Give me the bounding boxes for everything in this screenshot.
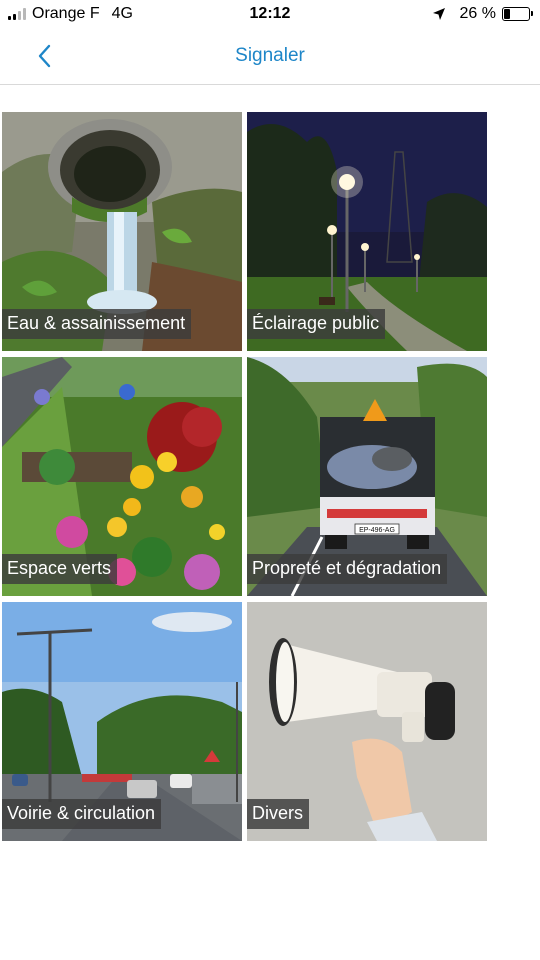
- battery-icon: [502, 7, 533, 21]
- category-label: Eau & assainissement: [2, 309, 192, 339]
- truck-license-plate: EP-496-AG: [359, 527, 395, 534]
- category-green-spaces[interactable]: Espace verts: [2, 357, 242, 596]
- category-label: Propreté et dégradation: [247, 554, 448, 584]
- category-label: Éclairage public: [247, 309, 386, 339]
- category-roads-traffic[interactable]: Voirie & circulation: [2, 602, 242, 841]
- page-title: Signaler: [235, 45, 305, 66]
- battery-percent: 26 %: [459, 5, 496, 22]
- status-bar: Orange F 4G 12:12 26 %: [0, 0, 540, 28]
- category-public-lighting[interactable]: Éclairage public: [247, 112, 487, 351]
- category-cleanliness-damage[interactable]: EP-496-AG Propreté et dégradation: [247, 357, 487, 596]
- category-label: Voirie & circulation: [2, 799, 162, 829]
- category-misc[interactable]: Divers: [247, 602, 487, 841]
- category-water-sanitation[interactable]: Eau & assainissement: [2, 112, 242, 351]
- status-right: 26 %: [432, 5, 533, 23]
- location-arrow-icon: [432, 8, 445, 20]
- category-label: Divers: [247, 799, 310, 829]
- category-label: Espace verts: [2, 554, 118, 584]
- navigation-bar: Signaler: [0, 28, 540, 85]
